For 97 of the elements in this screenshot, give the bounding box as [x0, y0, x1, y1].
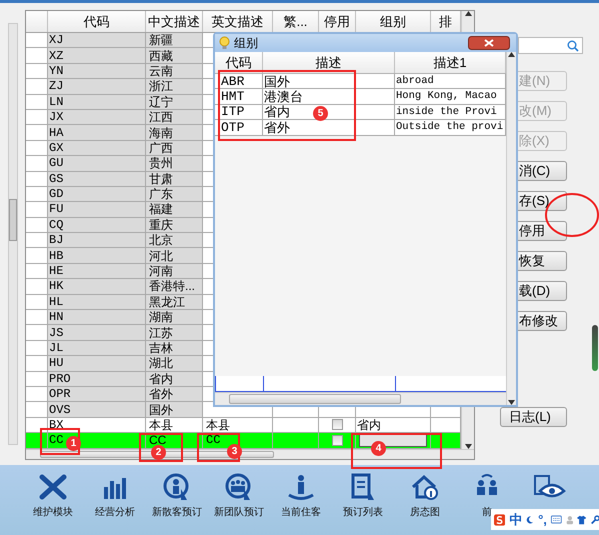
table-cell: 江西 — [146, 110, 203, 126]
table-cell: 港澳台 — [263, 89, 395, 105]
search-field[interactable] — [518, 37, 583, 54]
table-cell: JS — [48, 325, 146, 341]
table-cell: 湖南 — [146, 310, 203, 326]
table-cell: JL — [48, 340, 146, 356]
table-cell: 河南 — [146, 264, 203, 280]
ime-logo-icon[interactable] — [494, 512, 506, 528]
taskbar-label[interactable]: 房态图 — [410, 505, 440, 519]
table-cell: 浙江 — [146, 79, 203, 95]
table-cell: 省内 — [356, 418, 431, 434]
table-cell: 吉林 — [146, 340, 203, 356]
scroll-thumb[interactable] — [592, 325, 598, 371]
table-cell: JX — [48, 110, 146, 126]
table-cell: OPR — [48, 386, 146, 402]
column-header[interactable]: 中文描述 — [146, 11, 203, 32]
taskbar-label[interactable]: 当前住客 — [281, 505, 321, 519]
table-cell: 北京 — [146, 233, 203, 248]
wrench-icon[interactable] — [590, 514, 599, 526]
table-cell: 省内 — [146, 372, 203, 387]
house-icon — [411, 473, 439, 501]
table-cell: 黑龙江 — [146, 294, 203, 310]
taskbar-label[interactable]: 经营分析 — [95, 505, 135, 519]
table-cell: 广西 — [146, 140, 203, 156]
checkbox[interactable] — [332, 419, 343, 430]
table-cell: 新疆 — [146, 33, 203, 48]
table-cell: 国外 — [146, 402, 203, 418]
scroll-down-icon[interactable] — [508, 400, 515, 405]
table-cell: GX — [48, 140, 146, 156]
table-cell: 江苏 — [146, 325, 203, 341]
standing-person-icon — [286, 473, 316, 501]
table-cell: HE — [48, 264, 146, 280]
table-cell: 河北 — [146, 248, 203, 264]
person-icon — [163, 473, 191, 501]
table-cell: 香港特... — [146, 279, 203, 295]
tools-icon — [38, 473, 68, 501]
table-cell: GU — [48, 156, 146, 172]
table-cell: XZ — [48, 48, 146, 64]
table-cell: 重庆 — [146, 218, 203, 234]
moon-icon[interactable] — [526, 514, 534, 526]
close-icon[interactable] — [468, 36, 510, 50]
table-cell: 广东 — [146, 186, 203, 202]
table-cell: ITP — [215, 104, 263, 120]
language-indicator[interactable]: 中 — [509, 510, 522, 528]
table-cell: 湖北 — [146, 356, 203, 372]
taskbar-label[interactable]: 新团队预订 — [214, 505, 264, 519]
table-cell: ABR — [215, 74, 263, 90]
table-row[interactable]: BX 本县 本县 省内 — [26, 418, 461, 434]
column-header[interactable]: 描述 — [263, 52, 395, 73]
table-cell: FU — [48, 202, 146, 218]
table-cell: 国外 — [263, 74, 395, 90]
scrollbar[interactable] — [215, 392, 506, 405]
table-cell: 甘肃 — [146, 172, 203, 187]
table-cell: OVS — [48, 402, 146, 418]
table-cell: BJ — [48, 233, 146, 248]
shirt-icon[interactable] — [577, 514, 587, 526]
table-cell: 辽宁 — [146, 94, 203, 110]
table-cell: PRO — [48, 372, 146, 387]
column-header[interactable]: 代码 — [215, 52, 263, 73]
checkbox[interactable] — [332, 434, 343, 446]
table-cell: 福建 — [146, 202, 203, 218]
lightbulb-icon — [219, 36, 230, 50]
taskbar-label[interactable]: 新散客预订 — [152, 505, 202, 519]
action-button[interactable]: 日志(L) — [500, 407, 567, 427]
dialog-title: 组别 — [234, 34, 258, 52]
taskbar-label[interactable]: 前 — [482, 505, 492, 519]
table-cell: HK — [48, 279, 146, 295]
table-cell: HU — [48, 356, 146, 372]
taskbar-label[interactable]: 预订列表 — [343, 505, 383, 519]
table-cell: GD — [48, 186, 146, 202]
group-icon — [225, 473, 253, 501]
table-cell: 省外 — [146, 386, 203, 402]
table-cell: 西藏 — [146, 48, 203, 64]
keyboard-icon[interactable] — [550, 514, 562, 525]
table-cell: HA — [48, 125, 146, 141]
table-cell: XJ — [48, 33, 146, 48]
punctuation-indicator[interactable]: °, — [538, 512, 547, 527]
table-cell: HMT — [215, 89, 263, 105]
column-header[interactable]: 代码 — [48, 11, 146, 32]
scrollbar[interactable] — [8, 23, 18, 445]
scroll-up-icon[interactable] — [464, 11, 472, 16]
annotation-box — [139, 433, 183, 462]
taskbar-label[interactable]: 维护模块 — [33, 505, 73, 519]
table-cell: CQ — [48, 218, 146, 234]
table-cell: YN — [48, 64, 146, 80]
table-cell: HL — [48, 294, 146, 310]
scrollbar[interactable] — [506, 52, 516, 405]
table-cell: 海南 — [146, 125, 203, 141]
document-icon — [350, 473, 376, 501]
search-icon — [567, 40, 579, 52]
table-cell: GS — [48, 172, 146, 187]
table-cell: HN — [48, 310, 146, 326]
table-cell: 贵州 — [146, 156, 203, 172]
table-cell: 云南 — [146, 64, 203, 80]
table-cell: LN — [48, 94, 146, 110]
table-cell: ZJ — [48, 79, 146, 95]
table-cell: HB — [48, 248, 146, 264]
